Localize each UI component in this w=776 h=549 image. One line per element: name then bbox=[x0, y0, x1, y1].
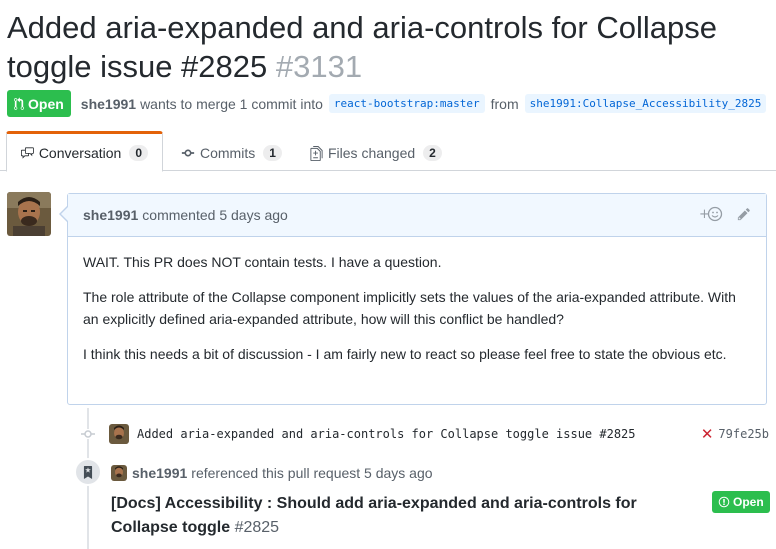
tab-commits-label: Commits bbox=[200, 145, 256, 161]
reference-action: referenced this pull request 5 days ago bbox=[191, 465, 433, 481]
tab-commits-count: 1 bbox=[263, 145, 282, 161]
comment-author[interactable]: she1991 bbox=[83, 207, 138, 223]
head-branch[interactable]: she1991:Collapse_Accessibility_2825 bbox=[524, 94, 767, 113]
commit-row: Added aria-expanded and aria-controls fo… bbox=[81, 424, 771, 444]
comment-timestamp[interactable]: commented 5 days ago bbox=[142, 207, 288, 223]
commit-status: ✕ 79fe25b bbox=[701, 425, 769, 443]
avatar-image bbox=[7, 192, 51, 236]
commit-author-avatar[interactable] bbox=[109, 424, 129, 444]
pr-merge-text: wants to merge 1 commit into bbox=[140, 95, 323, 112]
commit-dot-icon bbox=[81, 429, 95, 439]
comment-paragraph: I think this needs a bit of discussion -… bbox=[83, 346, 727, 362]
add-reaction-icon[interactable]: + bbox=[699, 206, 723, 222]
referenced-issue-state-badge: Open bbox=[712, 491, 770, 513]
pr-state-badge: Open bbox=[7, 90, 71, 117]
reference-author[interactable]: she1991 bbox=[132, 465, 187, 481]
issue-opened-icon bbox=[718, 496, 730, 508]
comment-author-avatar[interactable] bbox=[7, 192, 51, 236]
base-branch[interactable]: react-bootstrap:master bbox=[328, 94, 485, 113]
comment-paragraph: The role attribute of the Collapse compo… bbox=[83, 289, 736, 327]
pr-tabs: Conversation 0 Commits 1 Files changed 2 bbox=[0, 131, 776, 172]
x-icon[interactable]: ✕ bbox=[701, 425, 714, 443]
bookmark-icon bbox=[83, 465, 93, 479]
tab-files-changed[interactable]: Files changed 2 bbox=[296, 134, 456, 172]
referenced-issue-number: #2825 bbox=[234, 519, 280, 536]
tab-files-changed-label: Files changed bbox=[328, 145, 416, 161]
comment-body: WAIT. This PR does NOT contain tests. I … bbox=[68, 237, 766, 365]
tab-files-changed-count: 2 bbox=[423, 145, 442, 161]
referenced-issue-title: [Docs] Accessibility : Should add aria-e… bbox=[111, 495, 637, 536]
tab-conversation-count: 0 bbox=[129, 144, 148, 161]
tab-conversation[interactable]: Conversation 0 bbox=[6, 131, 163, 172]
comment-box: she1991 commented 5 days ago + WAIT. Thi… bbox=[59, 193, 767, 405]
comment-discussion-icon bbox=[21, 146, 34, 159]
referenced-issue-state: Open bbox=[733, 495, 764, 509]
reference-author-avatar[interactable] bbox=[111, 465, 127, 481]
git-commit-icon bbox=[181, 149, 195, 157]
pr-number: #3131 bbox=[275, 49, 363, 84]
pr-title: Added aria-expanded and aria-controls fo… bbox=[7, 8, 772, 86]
tab-conversation-label: Conversation bbox=[38, 144, 122, 161]
file-diff-icon bbox=[310, 145, 323, 161]
commit-sha[interactable]: 79fe25b bbox=[718, 427, 769, 441]
commit-message[interactable]: Added aria-expanded and aria-controls fo… bbox=[137, 427, 636, 441]
referenced-issue-link[interactable]: [Docs] Accessibility : Should add aria-e… bbox=[111, 492, 681, 540]
pr-meta: Open she1991 wants to merge 1 commit int… bbox=[7, 90, 772, 117]
comment-header: she1991 commented 5 days ago + bbox=[68, 194, 766, 237]
pencil-icon[interactable] bbox=[737, 207, 751, 221]
comment-paragraph: WAIT. This PR does NOT contain tests. I … bbox=[83, 254, 442, 270]
pr-from-text: from bbox=[490, 95, 519, 112]
pr-state-label: Open bbox=[28, 95, 64, 112]
tab-commits[interactable]: Commits 1 bbox=[167, 134, 296, 172]
reference-header: she1991 referenced this pull request 5 d… bbox=[111, 465, 433, 481]
comment-actions: + bbox=[699, 206, 751, 222]
pr-author-link[interactable]: she1991 bbox=[81, 96, 136, 112]
git-pull-request-icon bbox=[14, 96, 24, 110]
bookmark-badge bbox=[74, 458, 102, 486]
